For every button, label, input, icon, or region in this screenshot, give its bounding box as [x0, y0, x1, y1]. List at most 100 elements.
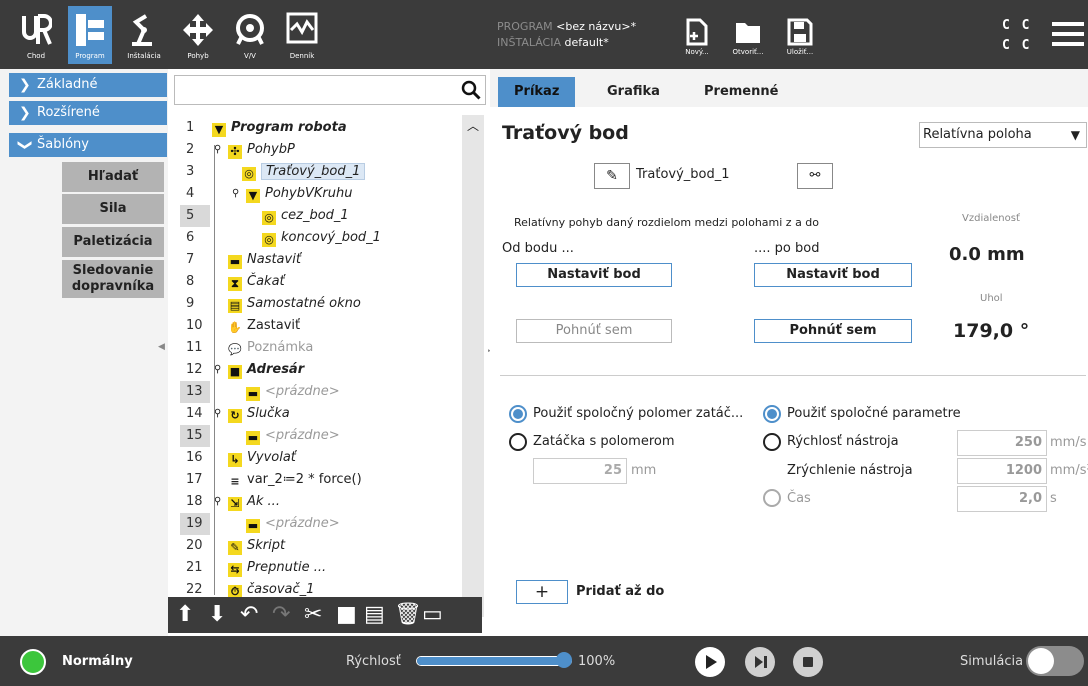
- set-to-point-button[interactable]: Nastaviť bod: [754, 263, 912, 287]
- relative-move-description: Relatívny pohyb daný rozdielom medzi pol…: [514, 216, 820, 229]
- tree-row[interactable]: 10 ✋ Zastaviť: [180, 315, 462, 337]
- link-button[interactable]: ⚯: [797, 163, 833, 189]
- tree-row[interactable]: 16 ↳ Vyvolať: [180, 447, 462, 469]
- category-templates[interactable]: ❯ Šablóny: [9, 133, 167, 157]
- tree-row[interactable]: 19 ▬ <prázdne>: [180, 513, 462, 535]
- simulation-label: Simulácia: [960, 654, 1024, 669]
- tool-accel-input[interactable]: 1200: [957, 458, 1047, 484]
- line-number: 8: [186, 274, 195, 289]
- step-button[interactable]: [745, 647, 775, 677]
- add-until-button[interactable]: +: [516, 580, 568, 604]
- tree-row[interactable]: 4 ⚲ ▼ PohybVKruhu: [180, 183, 462, 205]
- suppress-icon[interactable]: ▭: [422, 600, 443, 630]
- top-bar: Chod Program Inštalácia Pohyb V/V Denník…: [0, 0, 1088, 69]
- nav-run-button[interactable]: Chod: [14, 6, 58, 64]
- chevron-down-icon: ❯: [16, 139, 33, 151]
- chevron-right-icon: ❯: [19, 77, 31, 93]
- tree-scrollbar[interactable]: ︿ ﹀: [462, 115, 484, 617]
- pin-icon: ⚲: [214, 144, 222, 155]
- blend-radius-radio[interactable]: [509, 433, 527, 451]
- tree-row[interactable]: 11 💬 Poznámka: [180, 337, 462, 359]
- tree-row-selected[interactable]: 3 ◎ Traťový_bod_1: [180, 161, 462, 183]
- tree-row[interactable]: 13 ▬ <prázdne>: [180, 381, 462, 403]
- hamburger-icon: [1052, 22, 1084, 46]
- time-radio[interactable]: [763, 489, 781, 507]
- tree-row[interactable]: 15 ▬ <prázdne>: [180, 425, 462, 447]
- collapse-left-icon[interactable]: ◀: [158, 342, 165, 352]
- undo-icon[interactable]: ↶: [240, 600, 258, 630]
- nav-installation-button[interactable]: Inštalácia: [122, 6, 166, 64]
- move-up-icon[interactable]: ⬆: [176, 600, 194, 630]
- switch-icon: ⇆: [228, 563, 242, 577]
- stop-button[interactable]: [793, 647, 823, 677]
- cut-icon[interactable]: ✂: [304, 600, 322, 630]
- robot-status-label: Normálny: [62, 654, 133, 669]
- tool-speed-input[interactable]: 250: [957, 430, 1047, 456]
- open-button[interactable]: Otvoriť...: [727, 10, 769, 64]
- tree-row[interactable]: 12 ⚲ ■ Adresár: [180, 359, 462, 381]
- template-search[interactable]: Hľadať: [62, 162, 164, 192]
- tree-row[interactable]: 18 ⚲ ⇲ Ak ...: [180, 491, 462, 513]
- line-number: 10: [186, 318, 203, 333]
- waypoint-name: Traťový_bod_1: [636, 167, 730, 182]
- nav-program-button[interactable]: Program: [68, 6, 112, 64]
- speed-slider-handle[interactable]: [556, 652, 572, 668]
- tree-row[interactable]: 22 ⏱ časovač_1: [180, 579, 462, 597]
- new-button[interactable]: Nový...: [676, 10, 718, 64]
- save-button[interactable]: Uložiť...: [779, 10, 821, 64]
- collapse-toggle-icon[interactable]: ▼: [246, 189, 260, 203]
- nav-installation-label: Inštalácia: [127, 52, 161, 60]
- hamburger-menu-button[interactable]: [1052, 20, 1084, 48]
- tree-row[interactable]: 1 ▼ Program robota: [180, 117, 462, 139]
- collapse-toggle-icon[interactable]: ▼: [212, 123, 226, 137]
- tree-row[interactable]: 17 ≡ var_2≔2 * force(): [180, 469, 462, 491]
- position-mode-select[interactable]: Relatívna poloha ▼: [919, 122, 1087, 148]
- tree-row[interactable]: 7 ▬ Nastaviť: [180, 249, 462, 271]
- tree-row[interactable]: 21 ⇆ Prepnutie ...: [180, 557, 462, 579]
- tree-row[interactable]: 6 ◎ koncový_bod_1: [180, 227, 462, 249]
- shared-blend-radio[interactable]: [509, 405, 527, 423]
- scroll-up-icon[interactable]: ︿: [467, 117, 479, 134]
- speed-value: 100%: [578, 654, 616, 669]
- speed-slider[interactable]: [416, 656, 572, 666]
- tree-row[interactable]: 14 ⚲ ↻ Slučka: [180, 403, 462, 425]
- tab-command[interactable]: Príkaz: [498, 77, 576, 107]
- template-conveyor-tracking[interactable]: Sledovanie dopravníka: [62, 260, 164, 298]
- copy-icon[interactable]: ■: [336, 600, 357, 630]
- shared-params-radio[interactable]: [763, 405, 781, 423]
- tree-row[interactable]: 2 ⚲ ✣ PohybP: [180, 139, 462, 161]
- template-palletizing[interactable]: Paletizácia: [62, 227, 164, 257]
- tree-row[interactable]: 5 ◎ cez_bod_1: [180, 205, 462, 227]
- robot-status-icon[interactable]: [20, 649, 46, 675]
- template-force[interactable]: Sila: [62, 194, 164, 224]
- tree-node-label: var_2≔2 * force(): [247, 472, 362, 487]
- category-advanced[interactable]: ❯ Rozšírené: [9, 101, 167, 125]
- time-input[interactable]: 2,0: [957, 486, 1047, 512]
- tree-search-input[interactable]: [174, 75, 486, 105]
- tab-graphics[interactable]: Grafika: [591, 77, 676, 107]
- rename-button[interactable]: ✎: [594, 163, 630, 189]
- add-until-label: Pridať až do: [576, 584, 665, 599]
- tree-row[interactable]: 9 ▤ Samostatné okno: [180, 293, 462, 315]
- tab-variables[interactable]: Premenné: [688, 77, 794, 107]
- move-down-icon[interactable]: ⬇: [208, 600, 226, 630]
- set-from-point-button[interactable]: Nastaviť bod: [516, 263, 672, 287]
- play-button[interactable]: [695, 647, 725, 677]
- move-here-to-button[interactable]: Pohnúť sem: [754, 319, 912, 343]
- delete-icon[interactable]: 🗑: [394, 600, 422, 630]
- nav-log-button[interactable]: Denník: [280, 6, 324, 64]
- simulation-toggle[interactable]: [1026, 646, 1084, 676]
- category-basic[interactable]: ❯ Základné: [9, 73, 167, 97]
- paste-icon[interactable]: ▤: [364, 600, 385, 630]
- tool-accel-unit: mm/s²: [1050, 463, 1088, 478]
- tree-row[interactable]: 20 ✎ Skript: [180, 535, 462, 557]
- nav-io-button[interactable]: V/V: [228, 6, 272, 64]
- line-number: 2: [186, 142, 195, 157]
- nav-move-button[interactable]: Pohyb: [176, 6, 220, 64]
- blend-radius-input[interactable]: 25: [533, 458, 627, 484]
- move-here-from-button[interactable]: Pohnúť sem: [516, 319, 672, 343]
- tree-row[interactable]: 8 ⧗ Čakať: [180, 271, 462, 293]
- tool-speed-radio[interactable]: [763, 433, 781, 451]
- redo-icon[interactable]: ↷: [272, 600, 290, 630]
- line-number: 20: [186, 538, 203, 553]
